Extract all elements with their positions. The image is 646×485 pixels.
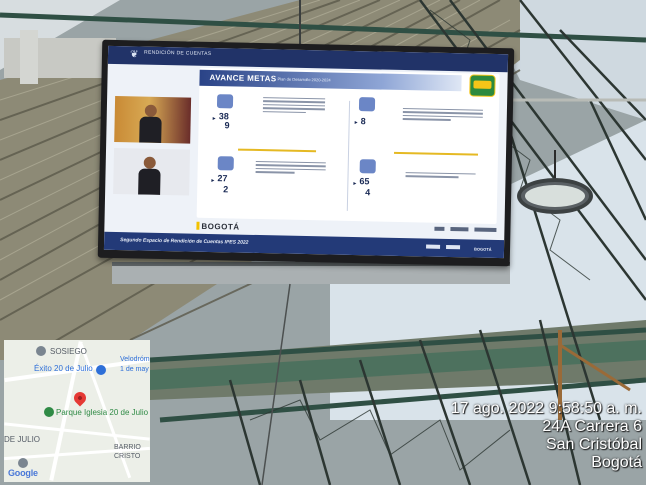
timestamp-address: 24A Carrera 6 [542,418,642,435]
photo-timestamp: 17 ago. 2022 9:58:50 a. m. 24A Carrera 6… [451,400,642,472]
map-label-parque: Parque Iglesia 20 de Julio [56,408,149,417]
people-icon [216,94,234,109]
bogota-logo: BOGOTÁ [196,221,240,232]
map-label-barrio: BARRIO [114,444,141,451]
timestamp-city: Bogotá [591,454,642,471]
goals-panel: AVANCE METAS Plan de Desarrollo 2020-202… [196,67,500,225]
map-label-may: 1 de may [120,366,149,373]
store-marker-icon [96,365,106,375]
footer-logo-icon [426,244,441,249]
user-check-icon [359,159,376,174]
map-label-de-julio: DE JULIO [4,435,41,444]
screen-footer: Segundo Espacio de Rendición de Cuentas … [103,231,505,259]
panel-title-bar: AVANCE METAS Plan de Desarrollo 2020-202… [199,69,462,92]
speaker-figure [139,104,162,143]
stat-card: ▸ 8 [354,97,495,150]
footer-bogota: BOGOTÁ [473,246,492,252]
stat-value-secondary: 2 [223,184,229,195]
timestamp-datetime: 17 ago. 2022 9:58:50 a. m. [450,400,642,417]
park-marker-icon [44,407,54,417]
institution-badge-icon [469,74,496,97]
stat-value: 65 [359,176,370,187]
stat-value-secondary: 9 [224,120,230,131]
tv-monitor: ❦ RENDICIÓN DE CUENTAS AVANCE METAS Plan… [97,39,515,267]
panel-title: AVANCE METAS [209,72,277,84]
map-label-exito: Éxito 20 de Julio [34,364,93,373]
google-logo-text: Google [8,468,38,478]
place-marker-icon [18,458,28,468]
butterfly-logo-icon: ❦ [129,49,139,61]
location-map: SOSIEGO Velodróm 1 de may Éxito 20 de Ju… [4,340,150,482]
sign-language-video [113,147,191,196]
footer-text: Segundo Espacio de Rendición de Cuentas … [120,237,249,246]
document-icon [358,97,376,112]
bogota-logo-text: BOGOTÁ [201,221,240,232]
header-brand-text: RENDICIÓN DE CUENTAS [144,49,212,57]
rocket-icon [217,156,234,171]
stat-value-secondary: 4 [365,187,371,198]
map-label-sosiego: SOSIEGO [50,347,87,356]
interpreter-figure [138,156,161,195]
place-marker-icon [36,346,46,356]
tv-screen: ❦ RENDICIÓN DE CUENTAS AVANCE METAS Plan… [103,45,509,259]
map-label-velodromo: Velodróm [120,356,150,363]
stat-value: 27 [217,173,228,184]
google-logo: Google [8,468,38,478]
footer-logo-icon [446,244,461,250]
panel-divider [346,100,351,211]
timestamp-locality: San Cristóbal [545,436,642,453]
yellow-divider [394,151,479,156]
stat-card: ▸ 27 2 [211,156,342,209]
stat-card: ▸ 65 4 [353,159,494,212]
stat-card: ▸ 38 9 [212,94,343,147]
screen-header-bar: ❦ RENDICIÓN DE CUENTAS [107,45,509,73]
panel-subtitle: Plan de Desarrollo 2020-2024 [277,76,331,83]
stat-value: 8 [360,116,366,127]
location-pin-icon [71,389,89,407]
map-label-cristo: CRISTO [114,453,141,460]
video-column [113,95,192,196]
yellow-divider [238,148,317,153]
speaker-video [114,95,192,144]
